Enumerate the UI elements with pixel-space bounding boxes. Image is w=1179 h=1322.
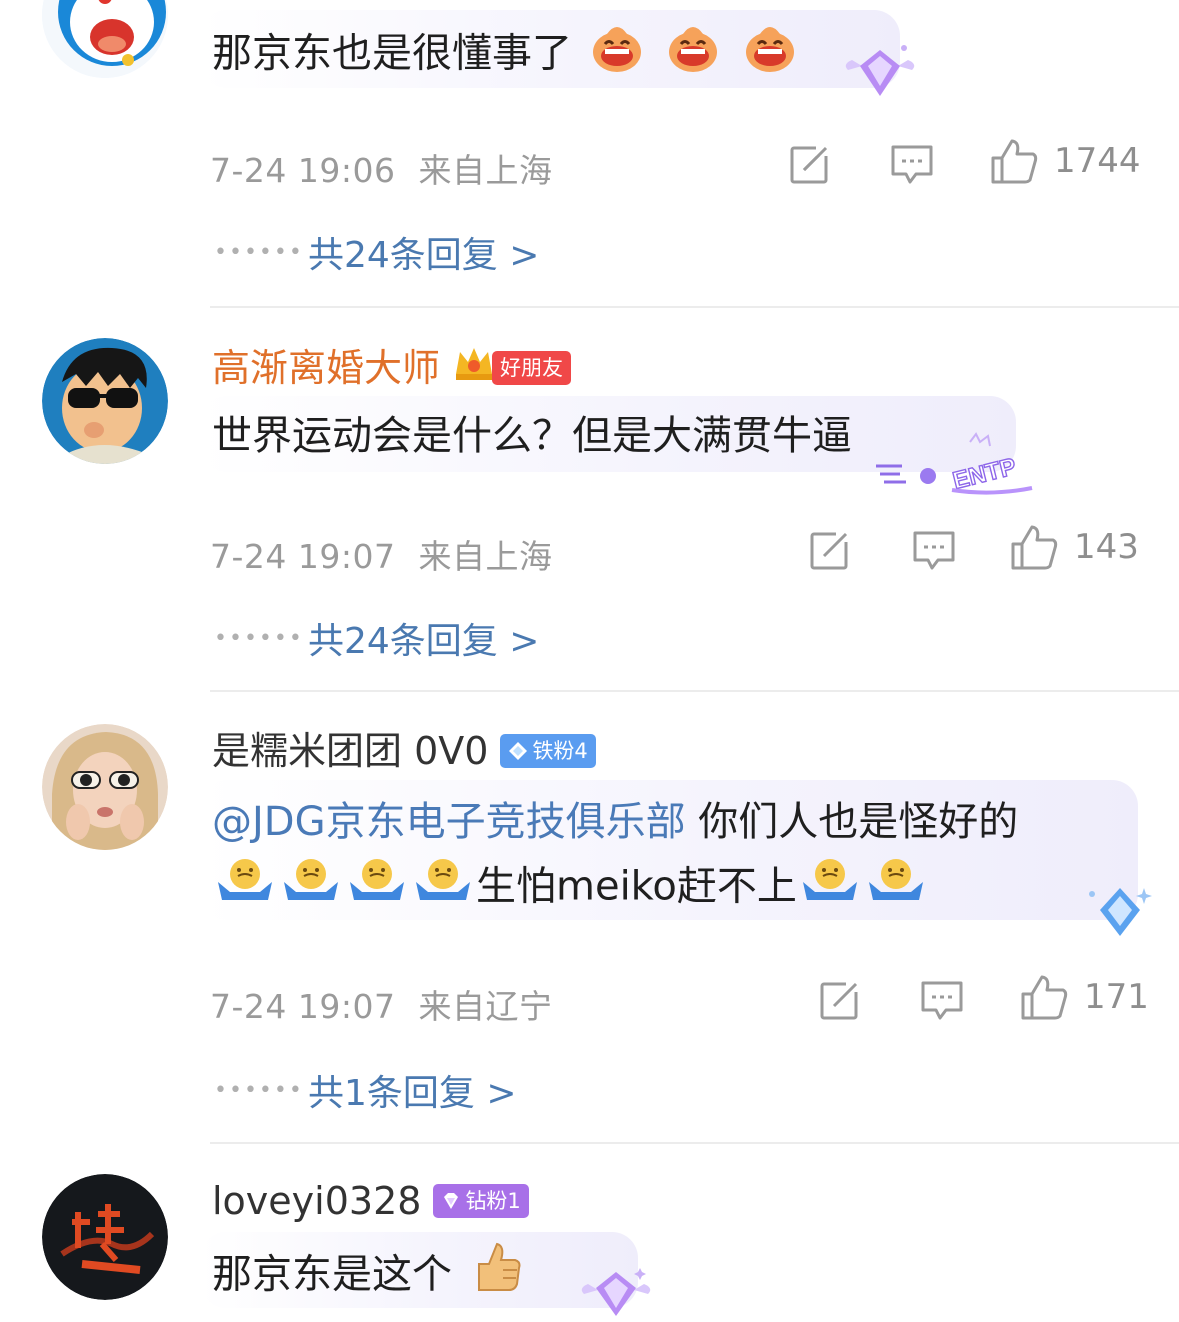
replies-label: 共1条回复 > <box>308 1073 517 1114</box>
comment-text[interactable]: 世界运动会是什么？但是大满贯牛逼 <box>212 404 852 468</box>
like-button[interactable]: 143 <box>1010 524 1139 570</box>
shrug-emoji-icon <box>801 852 859 925</box>
comment-text-content: 那京东也是很懂事了 <box>212 30 572 77</box>
shrug-emoji-icon <box>414 852 472 925</box>
badge-label: 钻粉1 <box>465 1189 521 1213</box>
comment-text-content: 那京东是这个 <box>212 1251 452 1298</box>
comment-button[interactable] <box>920 980 964 1022</box>
badge-label: 好朋友 <box>500 356 564 380</box>
shrug-emoji-icon <box>867 852 925 925</box>
diamond-fan-badge: 钻粉1 <box>433 1184 529 1218</box>
username-text: 高渐离婚大师 <box>212 346 441 390</box>
repost-icon <box>790 144 832 184</box>
blue-diamond-decoration-icon <box>1080 882 1160 946</box>
username[interactable]: loveyi0328 钻粉1 <box>212 1178 529 1224</box>
comment-meta: 7-24 19:07 来自辽宁 <box>210 980 553 1028</box>
avatar[interactable] <box>42 338 168 464</box>
comment-icon <box>921 981 963 1020</box>
replies-label: 共24条回复 > <box>308 235 540 276</box>
comment-location: 来自上海 <box>418 151 553 190</box>
shrug-emoji-icon <box>348 852 406 925</box>
view-replies-link[interactable]: •••••• 共24条回复 > <box>214 226 539 278</box>
like-icon <box>1021 975 1068 1020</box>
comment-text-line2[interactable]: 生怕meiko赶不上 <box>212 852 929 925</box>
friend-badge: 好朋友 <box>492 351 572 385</box>
badge-label: 铁粉4 <box>532 739 588 763</box>
dots-icon: •••••• <box>214 625 304 651</box>
like-icon <box>991 139 1038 184</box>
replies-label: 共24条回复 > <box>308 621 540 662</box>
like-button[interactable]: 171 <box>1020 974 1149 1020</box>
comment-text-content: 你们人也是怪好的 <box>685 799 1019 845</box>
comment-text[interactable]: 那京东也是很懂事了 <box>212 18 802 93</box>
laughing-emoji-icon <box>742 18 798 93</box>
view-replies-link[interactable]: •••••• 共1条回复 > <box>214 1064 517 1116</box>
iron-fan-badge: 铁粉4 <box>500 734 596 768</box>
like-count: 143 <box>1074 527 1139 567</box>
username-text: loveyi0328 <box>212 1179 422 1223</box>
laughing-emoji-icon <box>665 18 721 93</box>
comment-meta: 7-24 19:06 来自上海 <box>210 144 553 192</box>
username[interactable]: 是糯米团团 0V0 铁粉4 <box>212 728 596 774</box>
comment-time: 7-24 19:07 <box>210 987 396 1026</box>
like-icon <box>1011 525 1058 570</box>
shrug-emoji-icon <box>216 852 274 925</box>
comment-text[interactable]: @JDG京东电子竞技俱乐部 你们人也是怪好的 <box>212 790 1018 854</box>
dots-icon: •••••• <box>214 1077 304 1103</box>
mention-link[interactable]: @JDG京东电子竞技俱乐部 <box>212 799 686 845</box>
comment-meta: 7-24 19:07 来自上海 <box>210 530 553 578</box>
comment-location: 来自上海 <box>418 537 553 576</box>
comment-time: 7-24 19:07 <box>210 537 396 576</box>
laughing-emoji-icon <box>589 18 645 93</box>
avatar[interactable] <box>42 0 168 78</box>
like-button[interactable]: 1744 <box>990 138 1141 184</box>
gem-icon <box>444 1193 459 1209</box>
repost-button[interactable] <box>790 144 832 184</box>
avatar[interactable] <box>42 724 168 850</box>
entp-decoration: ENTP <box>872 432 1038 502</box>
divider <box>210 690 1179 692</box>
divider <box>210 1142 1179 1144</box>
comment-location: 来自辽宁 <box>418 987 553 1026</box>
comment-icon <box>913 531 955 570</box>
diamond-decoration-icon <box>576 1264 656 1322</box>
gem-icon <box>509 742 528 760</box>
like-count: 1744 <box>1054 141 1141 181</box>
divider <box>210 306 1179 308</box>
username-text: 是糯米团团 0V0 <box>212 729 489 773</box>
comment-text-content: 生怕meiko赶不上 <box>476 863 797 910</box>
comment-button[interactable] <box>890 144 934 186</box>
repost-button[interactable] <box>810 530 852 570</box>
repost-icon <box>820 980 862 1020</box>
entp-label: ENTP <box>950 453 1019 495</box>
comment-text[interactable]: 那京东是这个 <box>212 1240 527 1313</box>
crown-icon <box>452 344 496 392</box>
diamond-decoration-icon <box>840 40 920 108</box>
comment-button[interactable] <box>912 530 956 572</box>
avatar[interactable] <box>42 1174 168 1300</box>
shrug-emoji-icon <box>282 852 340 925</box>
comment-time: 7-24 19:06 <box>210 151 396 190</box>
thumbs-up-emoji-icon <box>469 1240 523 1313</box>
username[interactable]: 高渐离婚大师 好朋友 <box>212 344 572 392</box>
comment-icon <box>891 145 933 184</box>
view-replies-link[interactable]: •••••• 共24条回复 > <box>214 612 539 664</box>
comment-text-content: 世界运动会是什么？但是大满贯牛逼 <box>212 413 852 459</box>
like-count: 171 <box>1084 977 1149 1017</box>
dots-icon: •••••• <box>214 239 304 265</box>
repost-icon <box>810 530 852 570</box>
repost-button[interactable] <box>820 980 862 1020</box>
